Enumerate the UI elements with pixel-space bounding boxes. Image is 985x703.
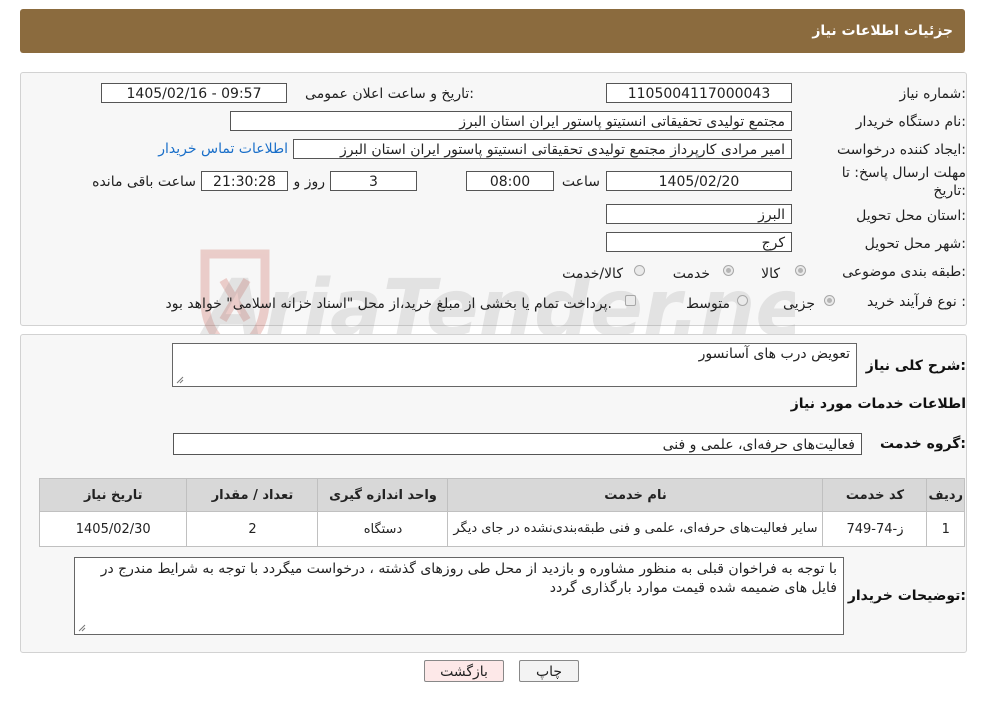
cell-need-date: 1405/02/30 (38, 511, 188, 547)
col-header-need-date: تاریخ نیاز (38, 478, 188, 512)
service-group-label: گروه خدمت: (880, 436, 966, 452)
announce-date-field: 1405/02/16 - 09:57 (101, 83, 287, 103)
remaining-time-field: 21:30:28 (201, 171, 288, 191)
category-radio-goods-service[interactable] (634, 265, 645, 276)
creator-field: امیر مرادی کارپرداز مجتمع تولیدی تحقیقات… (293, 139, 792, 159)
category-option-goods-service: کالا/خدمت (562, 266, 623, 282)
buyer-notes-label: توضیحات خریدار: (847, 588, 966, 604)
col-header-service-name: نام خدمت (447, 478, 824, 512)
deadline-time-field: 08:00 (466, 171, 554, 191)
resize-handle-icon[interactable] (176, 376, 184, 384)
days-remaining-field: 3 (330, 171, 417, 191)
summary-label: شرح کلی نیاز: (865, 358, 966, 374)
category-option-service: خدمت (672, 266, 710, 282)
process-radio-partial[interactable] (824, 295, 835, 306)
treasury-payment-note: پرداخت تمام یا بخشی از مبلغ خرید،از محل … (165, 296, 612, 312)
cell-quantity: 2 (186, 511, 319, 547)
process-radio-medium[interactable] (737, 295, 748, 306)
process-option-partial: جزیی (783, 296, 815, 312)
creator-label: ایجاد کننده درخواست: (837, 142, 966, 158)
category-label: طبقه بندی موضوعی: (842, 264, 966, 280)
process-option-medium: متوسط (686, 296, 730, 312)
category-option-goods: کالا (761, 266, 780, 282)
city-field: کرج (606, 232, 792, 252)
days-label: روز و (293, 174, 326, 190)
deadline-label-date: تاریخ: (933, 183, 966, 199)
cell-unit: دستگاه (317, 511, 449, 547)
cell-service-code: ز-74-749 (822, 511, 928, 547)
summary-textarea[interactable]: تعویض درب های آسانسور (172, 343, 857, 387)
services-table: ردیف کد خدمت نام خدمت واحد اندازه گیری ت… (38, 478, 965, 547)
province-field: البرز (606, 204, 792, 224)
back-button[interactable]: بازگشت (424, 660, 504, 682)
cell-service-name: سایر فعالیت‌های حرفه‌ای، علمی و فنی طبقه… (447, 511, 824, 547)
deadline-date-field: 1405/02/20 (606, 171, 792, 191)
need-number-label: شماره نیاز: (899, 86, 966, 102)
col-header-service-code: کد خدمت (822, 478, 928, 512)
category-radio-service[interactable] (723, 265, 734, 276)
page-header: جزئیات اطلاعات نیاز (20, 9, 965, 53)
cell-row-number: 1 (926, 511, 965, 547)
table-row: 1 ز-74-749 سایر فعالیت‌های حرفه‌ای، علمی… (38, 511, 965, 547)
announce-date-label: تاریخ و ساعت اعلان عمومی: (305, 86, 474, 102)
col-header-unit: واحد اندازه گیری (317, 478, 449, 512)
col-header-row-number: ردیف (926, 478, 965, 512)
table-header-row: ردیف کد خدمت نام خدمت واحد اندازه گیری ت… (38, 478, 965, 512)
buyer-contact-link[interactable]: اطلاعات تماس خریدار (158, 141, 288, 157)
resize-handle-icon[interactable] (78, 624, 86, 632)
treasury-checkbox[interactable] (625, 295, 636, 306)
summary-text: تعویض درب های آسانسور (698, 346, 850, 362)
remaining-time-label: ساعت باقی مانده (92, 174, 196, 190)
buyer-notes-textarea[interactable]: با توجه به فراخوان قبلی به منظور مشاوره … (74, 557, 844, 635)
need-number-field: 1105004117000043 (606, 83, 792, 103)
services-heading: اطلاعات خدمات مورد نیاز (790, 396, 966, 412)
province-label: استان محل تحویل: (856, 208, 966, 224)
page-title: جزئیات اطلاعات نیاز (812, 23, 953, 39)
service-group-field: فعالیت‌های حرفه‌ای، علمی و فنی (173, 433, 862, 455)
print-button[interactable]: چاپ (519, 660, 579, 682)
buyer-notes-text: با توجه به فراخوان قبلی به منظور مشاوره … (100, 561, 837, 596)
col-header-quantity: تعداد / مقدار (186, 478, 319, 512)
category-radio-goods[interactable] (795, 265, 806, 276)
buyer-org-field: مجتمع تولیدی تحقیقاتی انستیتو پاستور ایر… (230, 111, 792, 131)
process-type-label: نوع فرآیند خرید : (867, 294, 966, 310)
deadline-time-label: ساعت (561, 174, 600, 190)
city-label: شهر محل تحویل: (864, 236, 966, 252)
deadline-label: مهلت ارسال پاسخ: تا (841, 165, 966, 181)
buyer-org-label: نام دستگاه خریدار: (855, 114, 966, 130)
